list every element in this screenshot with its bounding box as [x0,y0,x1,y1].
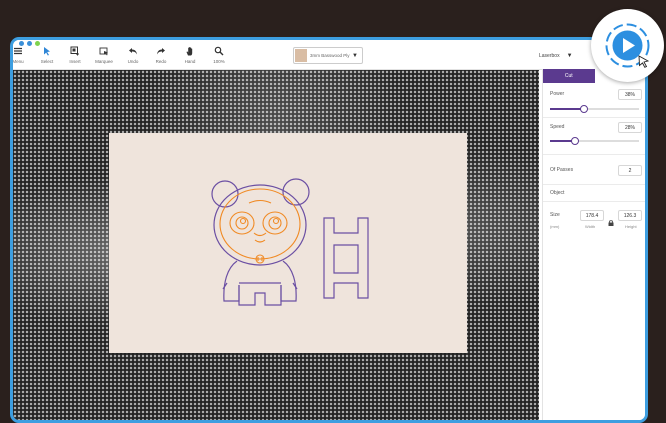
zoom-button[interactable]: 100% [204,46,234,64]
width-field[interactable]: 178.4 [580,210,604,221]
redo-button[interactable]: Redo [146,46,176,64]
hand-tool-button[interactable]: Hand [175,46,205,64]
size-label: Size [550,212,560,218]
insert-icon [70,46,79,56]
marquee-icon [99,47,108,56]
chevron-down-icon: ▼ [566,53,573,59]
speed-slider-knob[interactable] [570,137,579,145]
divider [543,201,645,202]
insert-label: Insert [69,59,81,64]
marquee-button[interactable]: Marquee [89,46,119,64]
workpiece [109,133,467,353]
settings-panel: Cut Power 38% Speed 28% Of Passes 2 Obje… [542,69,645,420]
toolbar: Menu Select Insert Marquee Undo Redo Han… [13,40,645,70]
speed-slider[interactable] [550,137,639,145]
power-value-field[interactable]: 38% [618,89,642,100]
marquee-label: Marquee [95,59,113,64]
power-slider-knob[interactable] [579,105,588,113]
divider [543,184,645,185]
redo-label: Redo [155,59,167,64]
size-unit-label: (mm) [550,224,560,229]
height-sublabel: Height [625,224,637,229]
object-section-label: Object [550,190,565,196]
hand-label: Hand [184,59,196,64]
tab-cut[interactable]: Cut [543,69,595,83]
undo-button[interactable]: Undo [118,46,148,64]
width-sublabel: Width [585,224,596,229]
speed-label: Speed [550,124,565,130]
zoom-icon [214,46,224,56]
stand-part-outline [323,217,369,299]
device-selector[interactable]: Laserbox ▼ [539,53,579,59]
device-label: Laserbox [539,53,560,59]
power-slider-fill [550,108,584,110]
menu-label: Menu [12,59,24,64]
passes-value-field[interactable]: 2 [618,165,642,176]
menu-icon [14,47,22,55]
zoom-label: 100% [213,59,225,64]
canvas-area[interactable] [13,70,539,420]
video-play-button[interactable] [591,9,664,82]
power-label: Power [550,91,565,97]
design-artwork[interactable] [109,133,467,353]
material-selector[interactable]: 3mm Basswood Ply ▼ [293,47,363,64]
play-icon [605,23,650,68]
lock-icon[interactable] [608,213,614,226]
speed-value-field[interactable]: 28% [618,122,642,133]
app-window: Menu Select Insert Marquee Undo Redo Han… [10,37,648,423]
material-swatch [295,49,307,62]
undo-icon [129,48,137,55]
chevron-down-icon: ▼ [352,52,358,59]
material-label: 3mm Basswood Ply [310,53,350,58]
redo-icon [157,48,165,55]
power-slider[interactable] [550,105,639,113]
hand-icon [186,46,193,56]
select-cursor-icon [44,47,50,56]
divider [543,154,645,155]
menu-button[interactable]: Menu [12,46,33,64]
passes-label: Of Passes [550,167,574,173]
select-tool-button[interactable]: Select [32,46,62,64]
height-field[interactable]: 126.3 [618,210,642,221]
undo-label: Undo [127,59,139,64]
divider [543,117,645,118]
select-label: Select [40,59,54,64]
insert-button[interactable]: Insert [60,46,90,64]
panda-engrave-details [219,188,301,264]
